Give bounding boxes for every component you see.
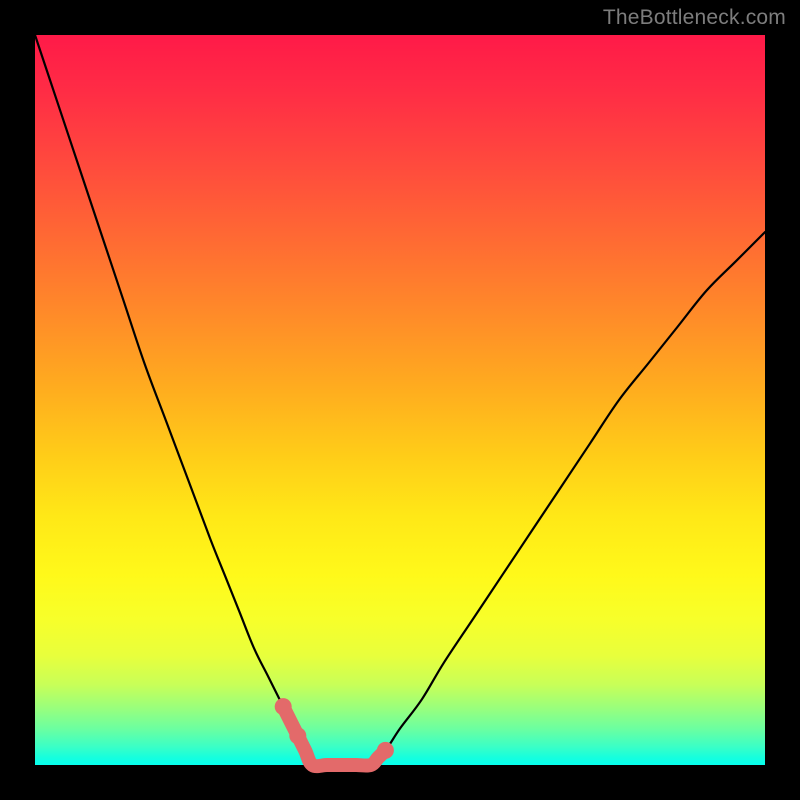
highlight-dot [275,698,292,715]
highlight-dot [377,742,394,759]
watermark-text: TheBottleneck.com [603,6,786,30]
highlight-dot [289,727,306,744]
curve-right-branch [371,232,765,765]
curve-layer [35,35,765,765]
curve-left-branch [35,35,312,765]
plot-area [35,35,765,765]
chart-frame: TheBottleneck.com [0,0,800,800]
